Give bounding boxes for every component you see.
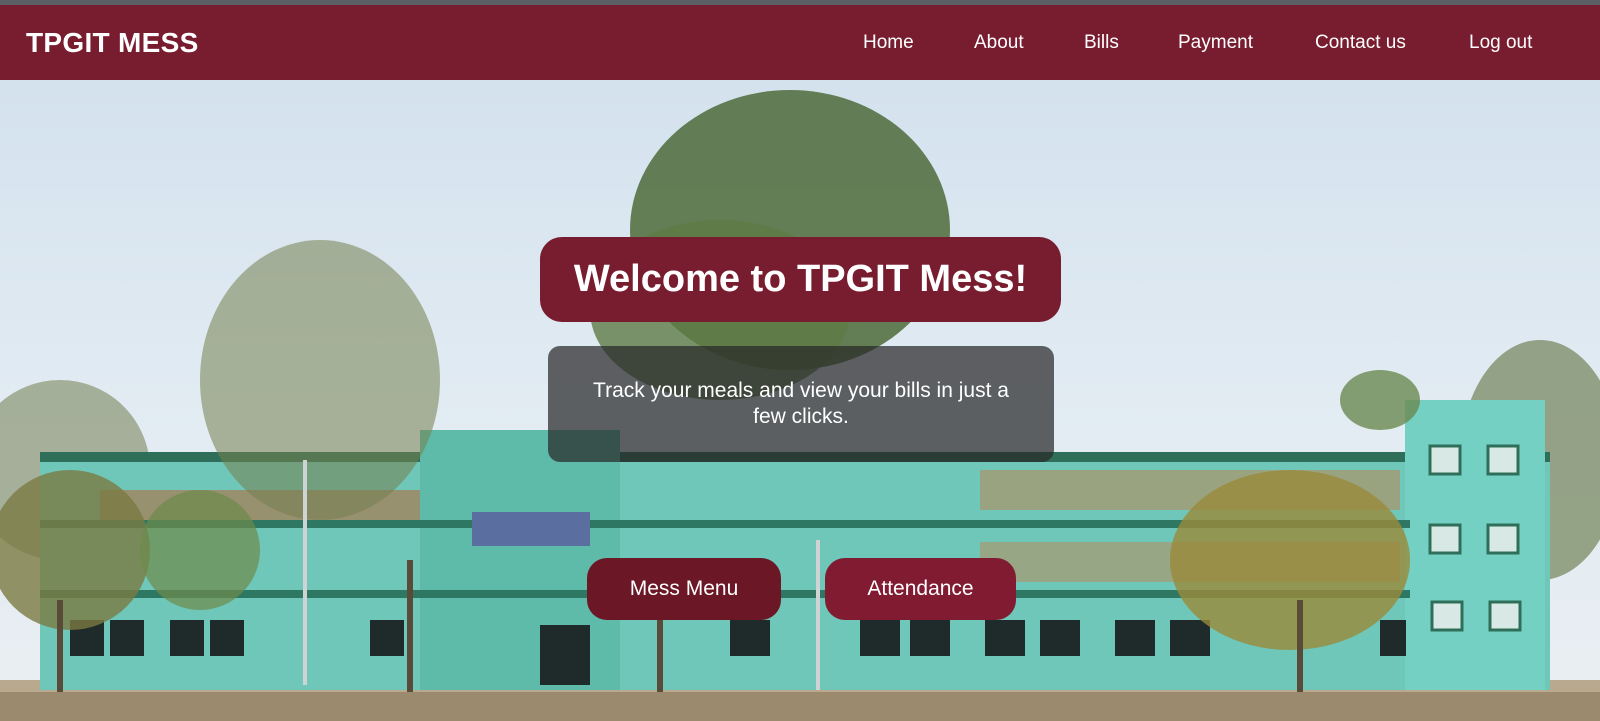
hero-tagline: Track your meals and view your bills in … xyxy=(548,346,1054,462)
nav-contact-us[interactable]: Contact us xyxy=(1315,32,1406,54)
nav-payment[interactable]: Payment xyxy=(1178,32,1253,54)
nav-log-out[interactable]: Log out xyxy=(1469,32,1532,54)
attendance-button[interactable]: Attendance xyxy=(825,558,1016,620)
navbar: TPGIT MESS Home About Bills Payment Cont… xyxy=(0,5,1600,80)
nav-about[interactable]: About xyxy=(974,32,1024,54)
mess-menu-button[interactable]: Mess Menu xyxy=(587,558,781,620)
nav-home[interactable]: Home xyxy=(863,32,914,54)
welcome-title: Welcome to TPGIT Mess! xyxy=(540,237,1061,322)
brand-logo[interactable]: TPGIT MESS xyxy=(26,27,199,59)
hero-section: Welcome to TPGIT Mess! Track your meals … xyxy=(0,80,1600,721)
nav-bills[interactable]: Bills xyxy=(1084,32,1119,54)
